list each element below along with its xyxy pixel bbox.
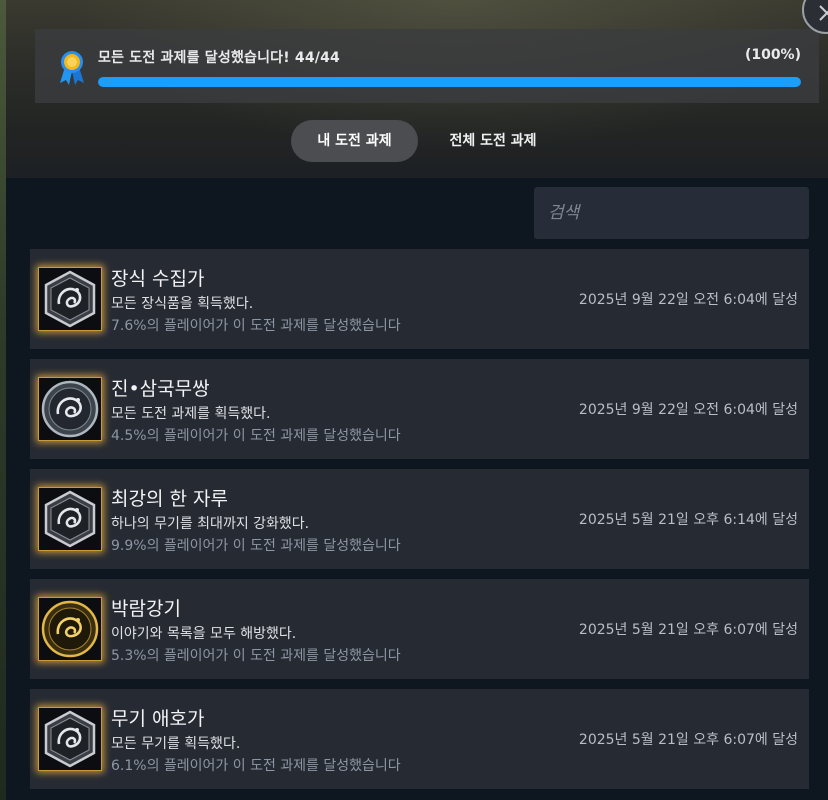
silver-hexagon-dragon-icon <box>38 707 102 771</box>
silver-hexagon-dragon-icon <box>38 487 102 551</box>
achievement-title: 진•삼국무쌍 <box>111 378 210 400</box>
achievement-row[interactable]: 박람강기 이야기와 목록을 모두 해방했다. 5.3%의 플레이어가 이 도전 … <box>30 579 809 679</box>
achievement-description: 모든 도전 과제를 획득했다. <box>111 406 271 422</box>
silver-round-dragon-icon <box>38 377 102 441</box>
achievement-description: 모든 장식품을 획득했다. <box>111 296 254 312</box>
search-input[interactable] <box>534 187 809 239</box>
progress-bar-fill <box>98 77 801 87</box>
silver-hexagon-dragon-icon <box>38 267 102 331</box>
achievement-row[interactable]: 진•삼국무쌍 모든 도전 과제를 획득했다. 4.5%의 플레이어가 이 도전 … <box>30 359 809 459</box>
achievement-title: 장식 수집가 <box>111 268 205 290</box>
achievement-row[interactable]: 장식 수집가 모든 장식품을 획득했다. 7.6%의 플레이어가 이 도전 과제… <box>30 249 809 349</box>
achievement-row[interactable]: 무기 애호가 모든 무기를 획득했다. 6.1%의 플레이어가 이 도전 과제를… <box>30 689 809 789</box>
achievement-unlock-date: 2025년 9월 22일 오전 6:04에 달성 <box>578 292 798 308</box>
achievement-unlock-date: 2025년 5월 21일 오후 6:14에 달성 <box>578 512 798 528</box>
medal-icon <box>57 49 87 85</box>
achievement-description: 하나의 무기를 최대까지 강화했다. <box>111 516 310 532</box>
progress-bar <box>98 77 801 87</box>
achievement-unlock-date: 2025년 5월 21일 오후 6:07에 달성 <box>578 732 798 748</box>
achievement-rate: 5.3%의 플레이어가 이 도전 과제를 달성했습니다 <box>111 648 401 664</box>
achievement-rate: 9.9%의 플레이어가 이 도전 과제를 달성했습니다 <box>111 538 401 554</box>
achievement-title: 무기 애호가 <box>111 708 205 730</box>
close-icon <box>819 5 828 21</box>
achievement-rate: 6.1%의 플레이어가 이 도전 과제를 달성했습니다 <box>111 758 401 774</box>
achievement-unlock-date: 2025년 5월 21일 오후 6:07에 달성 <box>578 622 798 638</box>
progress-panel: 모든 도전 과제를 달성했습니다! 44/44 (100%) <box>35 29 819 103</box>
progress-title: 모든 도전 과제를 달성했습니다! 44/44 <box>98 50 340 66</box>
tab-all-achievements[interactable]: 전체 도전 과제 <box>419 120 567 162</box>
tab-my-achievements[interactable]: 내 도전 과제 <box>291 120 418 162</box>
achievement-rate: 7.6%의 플레이어가 이 도전 과제를 달성했습니다 <box>111 318 401 334</box>
progress-percent: (100%) <box>744 47 801 63</box>
achievement-title: 박람강기 <box>111 598 181 620</box>
achievement-description: 이야기와 목록을 모두 해방했다. <box>111 626 297 642</box>
achievement-rate: 4.5%의 플레이어가 이 도전 과제를 달성했습니다 <box>111 428 401 444</box>
gold-round-dragon-icon <box>38 597 102 661</box>
achievement-title: 최강의 한 자루 <box>111 488 228 510</box>
achievement-unlock-date: 2025년 9월 22일 오전 6:04에 달성 <box>578 402 798 418</box>
achievement-row[interactable]: 최강의 한 자루 하나의 무기를 최대까지 강화했다. 9.9%의 플레이어가 … <box>30 469 809 569</box>
achievement-description: 모든 무기를 획득했다. <box>111 736 241 752</box>
